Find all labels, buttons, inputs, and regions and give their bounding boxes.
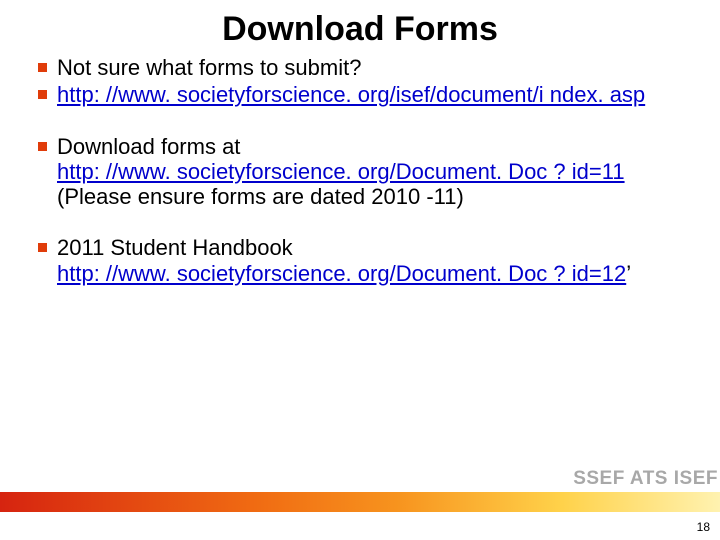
bullet-square-icon [38,90,47,99]
bullet-text: 2011 Student Handbook http: //www. socie… [57,235,686,286]
hyperlink: http: //www. societyforscience. org/isef… [57,82,645,107]
bullet-square-icon [38,63,47,72]
bullet-text: Not sure what forms to submit? [57,55,686,80]
bullet-item: Download forms at http: //www. societyfo… [38,134,686,210]
bullet-square-icon [38,142,47,151]
hyperlink: http: //www. societyforscience. org/Docu… [57,261,626,286]
bullet-item: Not sure what forms to submit? [38,55,686,80]
text-run: Download forms at [57,134,240,159]
bullet-text: http: //www. societyforscience. org/isef… [57,82,686,107]
text-run: (Please ensure forms are dated 2010 -11) [57,184,464,209]
bullet-group: Download forms at http: //www. societyfo… [38,134,686,210]
footer-gradient-bar [0,492,720,512]
bullet-item: 2011 Student Handbook http: //www. socie… [38,235,686,286]
bullet-text: Download forms at http: //www. societyfo… [57,134,686,210]
bullet-item: http: //www. societyforscience. org/isef… [38,82,686,107]
bullet-group: 2011 Student Handbook http: //www. socie… [38,235,686,286]
bullet-group: Not sure what forms to submit? http: //w… [38,55,686,108]
slide-title: Download Forms [0,0,720,55]
text-run: ’ [626,261,631,286]
text-run: Not sure what forms to submit? [57,55,361,80]
page-number: 18 [697,520,710,534]
text-run: 2011 Student Handbook [57,235,293,260]
hyperlink: http: //www. societyforscience. org/Docu… [57,159,625,184]
footer-label: SSEF ATS ISEF [573,468,718,490]
bullet-square-icon [38,243,47,252]
slide: Download Forms Not sure what forms to su… [0,0,720,540]
slide-content: Not sure what forms to submit? http: //w… [0,55,720,286]
